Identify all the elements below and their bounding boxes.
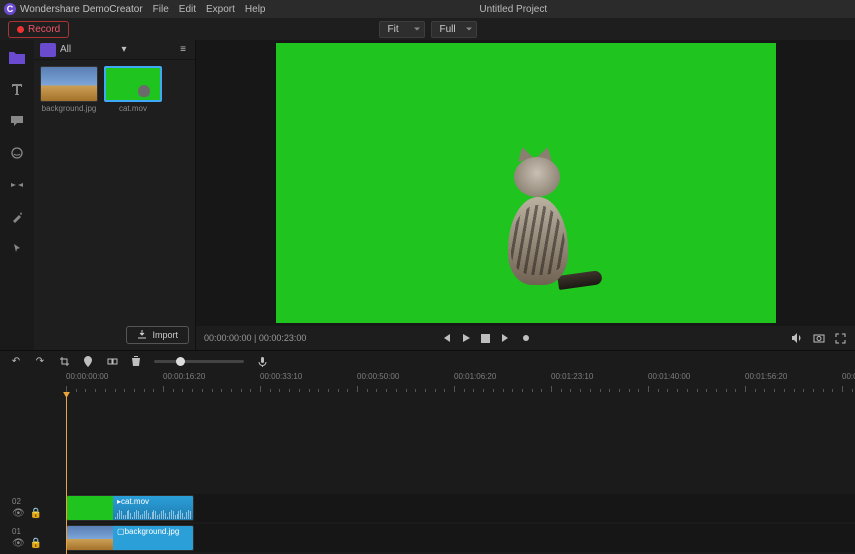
marker-icon[interactable] xyxy=(82,356,94,368)
clip-cat[interactable]: ▸ cat.mov xyxy=(66,495,194,521)
sticker-icon[interactable] xyxy=(8,144,26,162)
list-view-icon[interactable]: ≡ xyxy=(177,44,189,56)
timeline-tracks-area: 02 👁 🔒 ▸ cat.mov 01 👁 🔒 xyxy=(0,392,855,554)
menu-export[interactable]: Export xyxy=(206,4,235,15)
playback-time: 00:00:00:00 | 00:00:23:00 xyxy=(204,333,306,343)
clip-background[interactable]: ▢ background.jpg xyxy=(66,525,194,551)
thumbnail-caption: cat.mov xyxy=(104,104,162,113)
track-number: 01 xyxy=(12,527,21,536)
ruler-mark: 00:00:00:00 xyxy=(66,372,108,381)
import-label: Import xyxy=(152,330,178,340)
next-frame-icon[interactable] xyxy=(500,332,512,344)
thumbnail-image xyxy=(40,66,98,102)
library-grid: background.jpg cat.mov xyxy=(34,60,195,119)
time-current: 00:00:00:00 xyxy=(204,333,252,343)
ruler-mark: 00:00:16:20 xyxy=(163,372,205,381)
lock-icon[interactable]: 🔒 xyxy=(30,538,42,549)
mic-icon[interactable] xyxy=(256,356,268,368)
volume-icon[interactable] xyxy=(791,332,803,344)
timeline-toolbar: ↶ ↷ xyxy=(0,350,855,372)
record-voiceover-icon[interactable] xyxy=(520,332,532,344)
effects-icon[interactable] xyxy=(8,208,26,226)
ruler-mark: 00:02:13 xyxy=(842,372,855,381)
delete-icon[interactable] xyxy=(130,356,142,368)
record-icon xyxy=(17,26,24,33)
media-library-icon[interactable] xyxy=(8,48,26,66)
prev-frame-icon[interactable] xyxy=(440,332,452,344)
ruler-mark: 00:01:06:20 xyxy=(454,372,496,381)
playback-controls: 00:00:00:00 | 00:00:23:00 xyxy=(196,326,855,350)
record-label: Record xyxy=(28,24,60,35)
visibility-icon[interactable]: 👁 xyxy=(12,538,25,549)
full-dropdown[interactable]: Full xyxy=(431,21,477,38)
transition-icon[interactable] xyxy=(8,176,26,194)
split-icon[interactable] xyxy=(106,356,118,368)
time-total: 00:00:23:00 xyxy=(259,333,307,343)
track-02: 02 👁 🔒 ▸ cat.mov xyxy=(0,494,855,522)
ruler-mark: 00:00:50:00 xyxy=(357,372,399,381)
playhead[interactable] xyxy=(66,392,67,554)
fit-dropdown[interactable]: Fit xyxy=(379,21,425,38)
library-header: All ▾ ≡ xyxy=(34,40,195,60)
clip-label: background.jpg xyxy=(125,527,180,536)
clip-label: cat.mov xyxy=(121,497,149,506)
timeline-ruler[interactable]: 00:00:00:00 00:00:16:20 00:00:33:10 00:00:5… xyxy=(0,372,855,392)
ruler-mark: 00:01:40:00 xyxy=(648,372,690,381)
fullscreen-icon[interactable] xyxy=(835,332,847,344)
track-body[interactable]: ▸ cat.mov xyxy=(66,494,855,522)
fit-label: Fit xyxy=(388,24,399,35)
menu-file[interactable]: File xyxy=(153,4,169,15)
menu-edit[interactable]: Edit xyxy=(179,4,196,15)
menu-help[interactable]: Help xyxy=(245,4,266,15)
green-screen-video xyxy=(276,43,776,323)
folder-icon[interactable] xyxy=(40,43,56,57)
zoom-slider[interactable] xyxy=(154,360,244,363)
thumbnail-caption: background.jpg xyxy=(40,104,98,113)
library-tab-all[interactable]: All xyxy=(60,44,71,55)
app-name: Wondershare DemoCreator xyxy=(20,4,143,15)
chevron-down-icon[interactable]: ▾ xyxy=(118,44,130,56)
preview-canvas[interactable] xyxy=(196,40,855,326)
clip-thumbnail xyxy=(67,526,113,550)
app-logo: C xyxy=(4,3,16,15)
import-button[interactable]: Import xyxy=(126,326,189,344)
ruler-mark: 00:01:56:20 xyxy=(745,372,787,381)
play-icon[interactable] xyxy=(460,332,472,344)
track-01: 01 👁 🔒 ▢ background.jpg xyxy=(0,524,855,552)
stop-icon[interactable] xyxy=(480,332,492,344)
preview-panel: 00:00:00:00 | 00:00:23:00 xyxy=(196,40,855,350)
library-item-cat[interactable]: cat.mov xyxy=(104,66,162,113)
main-area: All ▾ ≡ background.jpg cat.mov Import xyxy=(0,40,855,350)
cat-subject xyxy=(496,155,586,295)
cursor-effect-icon[interactable] xyxy=(8,240,26,258)
snapshot-icon[interactable] xyxy=(813,332,825,344)
track-head[interactable]: 02 👁 🔒 xyxy=(0,494,66,522)
import-icon xyxy=(137,330,147,340)
secondary-toolbar: Record Fit Full xyxy=(0,18,855,40)
library-panel: All ▾ ≡ background.jpg cat.mov Import xyxy=(34,40,196,350)
menu-bar: C Wondershare DemoCreator File Edit Expo… xyxy=(0,0,855,18)
sidebar xyxy=(0,40,34,350)
ruler-mark: 00:00:33:10 xyxy=(260,372,302,381)
track-body[interactable]: ▢ background.jpg xyxy=(66,524,855,552)
annotation-icon[interactable] xyxy=(8,112,26,130)
thumbnail-image xyxy=(104,66,162,102)
lock-icon[interactable]: 🔒 xyxy=(30,508,42,519)
track-head[interactable]: 01 👁 🔒 xyxy=(0,524,66,552)
clip-thumbnail xyxy=(67,496,113,520)
text-icon[interactable] xyxy=(8,80,26,98)
library-item-background[interactable]: background.jpg xyxy=(40,66,98,113)
undo-icon[interactable]: ↶ xyxy=(10,356,22,368)
crop-icon[interactable] xyxy=(58,356,70,368)
visibility-icon[interactable]: 👁 xyxy=(12,508,25,519)
record-button[interactable]: Record xyxy=(8,21,69,38)
redo-icon[interactable]: ↷ xyxy=(34,356,46,368)
project-title: Untitled Project xyxy=(270,4,758,15)
track-number: 02 xyxy=(12,497,21,506)
full-label: Full xyxy=(440,24,456,35)
ruler-mark: 00:01:23:10 xyxy=(551,372,593,381)
